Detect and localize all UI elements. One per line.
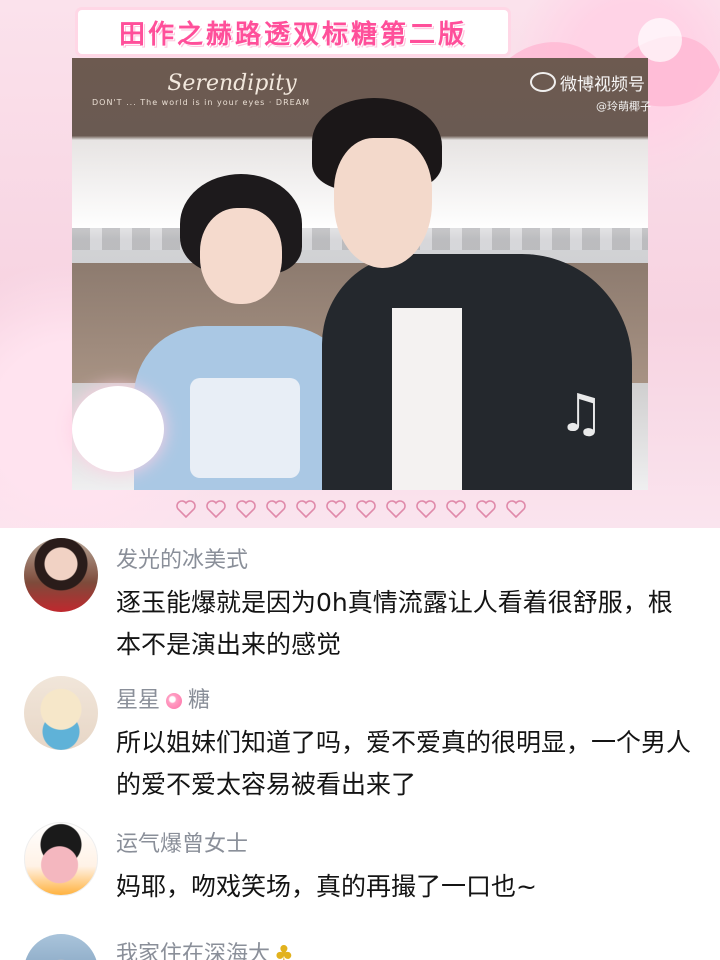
boy-figure-jacket: [322, 254, 632, 490]
watermark-username: @玲萌椰子: [596, 100, 651, 113]
girl-figure-face: [200, 208, 282, 304]
heart-icon: [266, 500, 286, 518]
comment-item[interactable]: 运气爆曾女士 妈耶，吻戏笑场，真的再撮了一口也~: [0, 812, 720, 922]
comment-item[interactable]: 我家住在深海大 ♣: [0, 926, 720, 960]
comment-text: 妈耶，吻戏笑场，真的再撮了一口也~: [116, 872, 537, 901]
candy-emoji-icon: [166, 693, 183, 709]
avatar[interactable]: [24, 934, 98, 960]
pineapple-emoji-icon: ♣: [274, 942, 294, 960]
username-part: 星星: [116, 688, 161, 713]
heart-icon: [446, 500, 466, 518]
weibo-watermark: 微博视频号: [530, 70, 645, 95]
heart-icon: [356, 500, 376, 518]
heart-icon: [296, 500, 316, 518]
comment-list[interactable]: 发光的冰美式 逐玉能爆就是因为0h真情流露让人看着很舒服，根本不是演出来的感觉 …: [0, 528, 720, 960]
watermark-brand: 微博视频号: [560, 74, 645, 95]
avatar[interactable]: [24, 538, 98, 612]
video-title-banner: 田作之赫路透双标糖第二版: [78, 10, 508, 54]
heart-icon: [236, 500, 256, 518]
cloud-sticker-decoration: [72, 386, 164, 472]
boy-figure-shirt: [392, 308, 462, 490]
username-part: 我家住在深海大: [116, 942, 271, 960]
comment-username[interactable]: 发光的冰美式: [116, 542, 248, 574]
video-title: 田作之赫路透双标糖第二版: [118, 19, 467, 50]
boy-figure-face: [334, 138, 432, 268]
comment-text: 逐玉能爆就是因为0h真情流露让人看着很舒服，根本不是演出来的感觉: [116, 588, 673, 659]
heart-icon: [386, 500, 406, 518]
comment-username[interactable]: 星星 糖: [116, 682, 210, 714]
heart-icon: [206, 500, 226, 518]
comment-username[interactable]: 我家住在深海大 ♣: [116, 936, 294, 960]
music-note-icon: ♫: [558, 384, 605, 444]
heart-icon: [506, 500, 526, 518]
comment-username[interactable]: 运气爆曾女士: [116, 826, 248, 858]
heart-icon: [416, 500, 436, 518]
heart-icon: [476, 500, 496, 518]
tshirt-print: [190, 378, 300, 478]
heart-row-decoration: [176, 494, 576, 524]
username-part: 糖: [188, 688, 211, 713]
avatar[interactable]: [24, 822, 98, 896]
comment-text: 所以姐妹们知道了吗，爱不爱真的很明显，一个男人的爱不爱太容易被看出来了: [116, 728, 692, 799]
comment-item[interactable]: 星星 糖 所以姐妹们知道了吗，爱不爱真的很明显，一个男人的爱不爱太容易被看出来了: [0, 668, 720, 818]
avatar[interactable]: [24, 676, 98, 750]
heart-icon: [176, 500, 196, 518]
weibo-logo-icon: [530, 72, 556, 92]
comment-item[interactable]: 发光的冰美式 逐玉能爆就是因为0h真情流露让人看着很舒服，根本不是演出来的感觉: [0, 528, 720, 678]
video-frame[interactable]: 田作之赫路透双标糖第二版 Serendipity DON'T ... The w…: [0, 0, 720, 528]
heart-icon: [326, 500, 346, 518]
